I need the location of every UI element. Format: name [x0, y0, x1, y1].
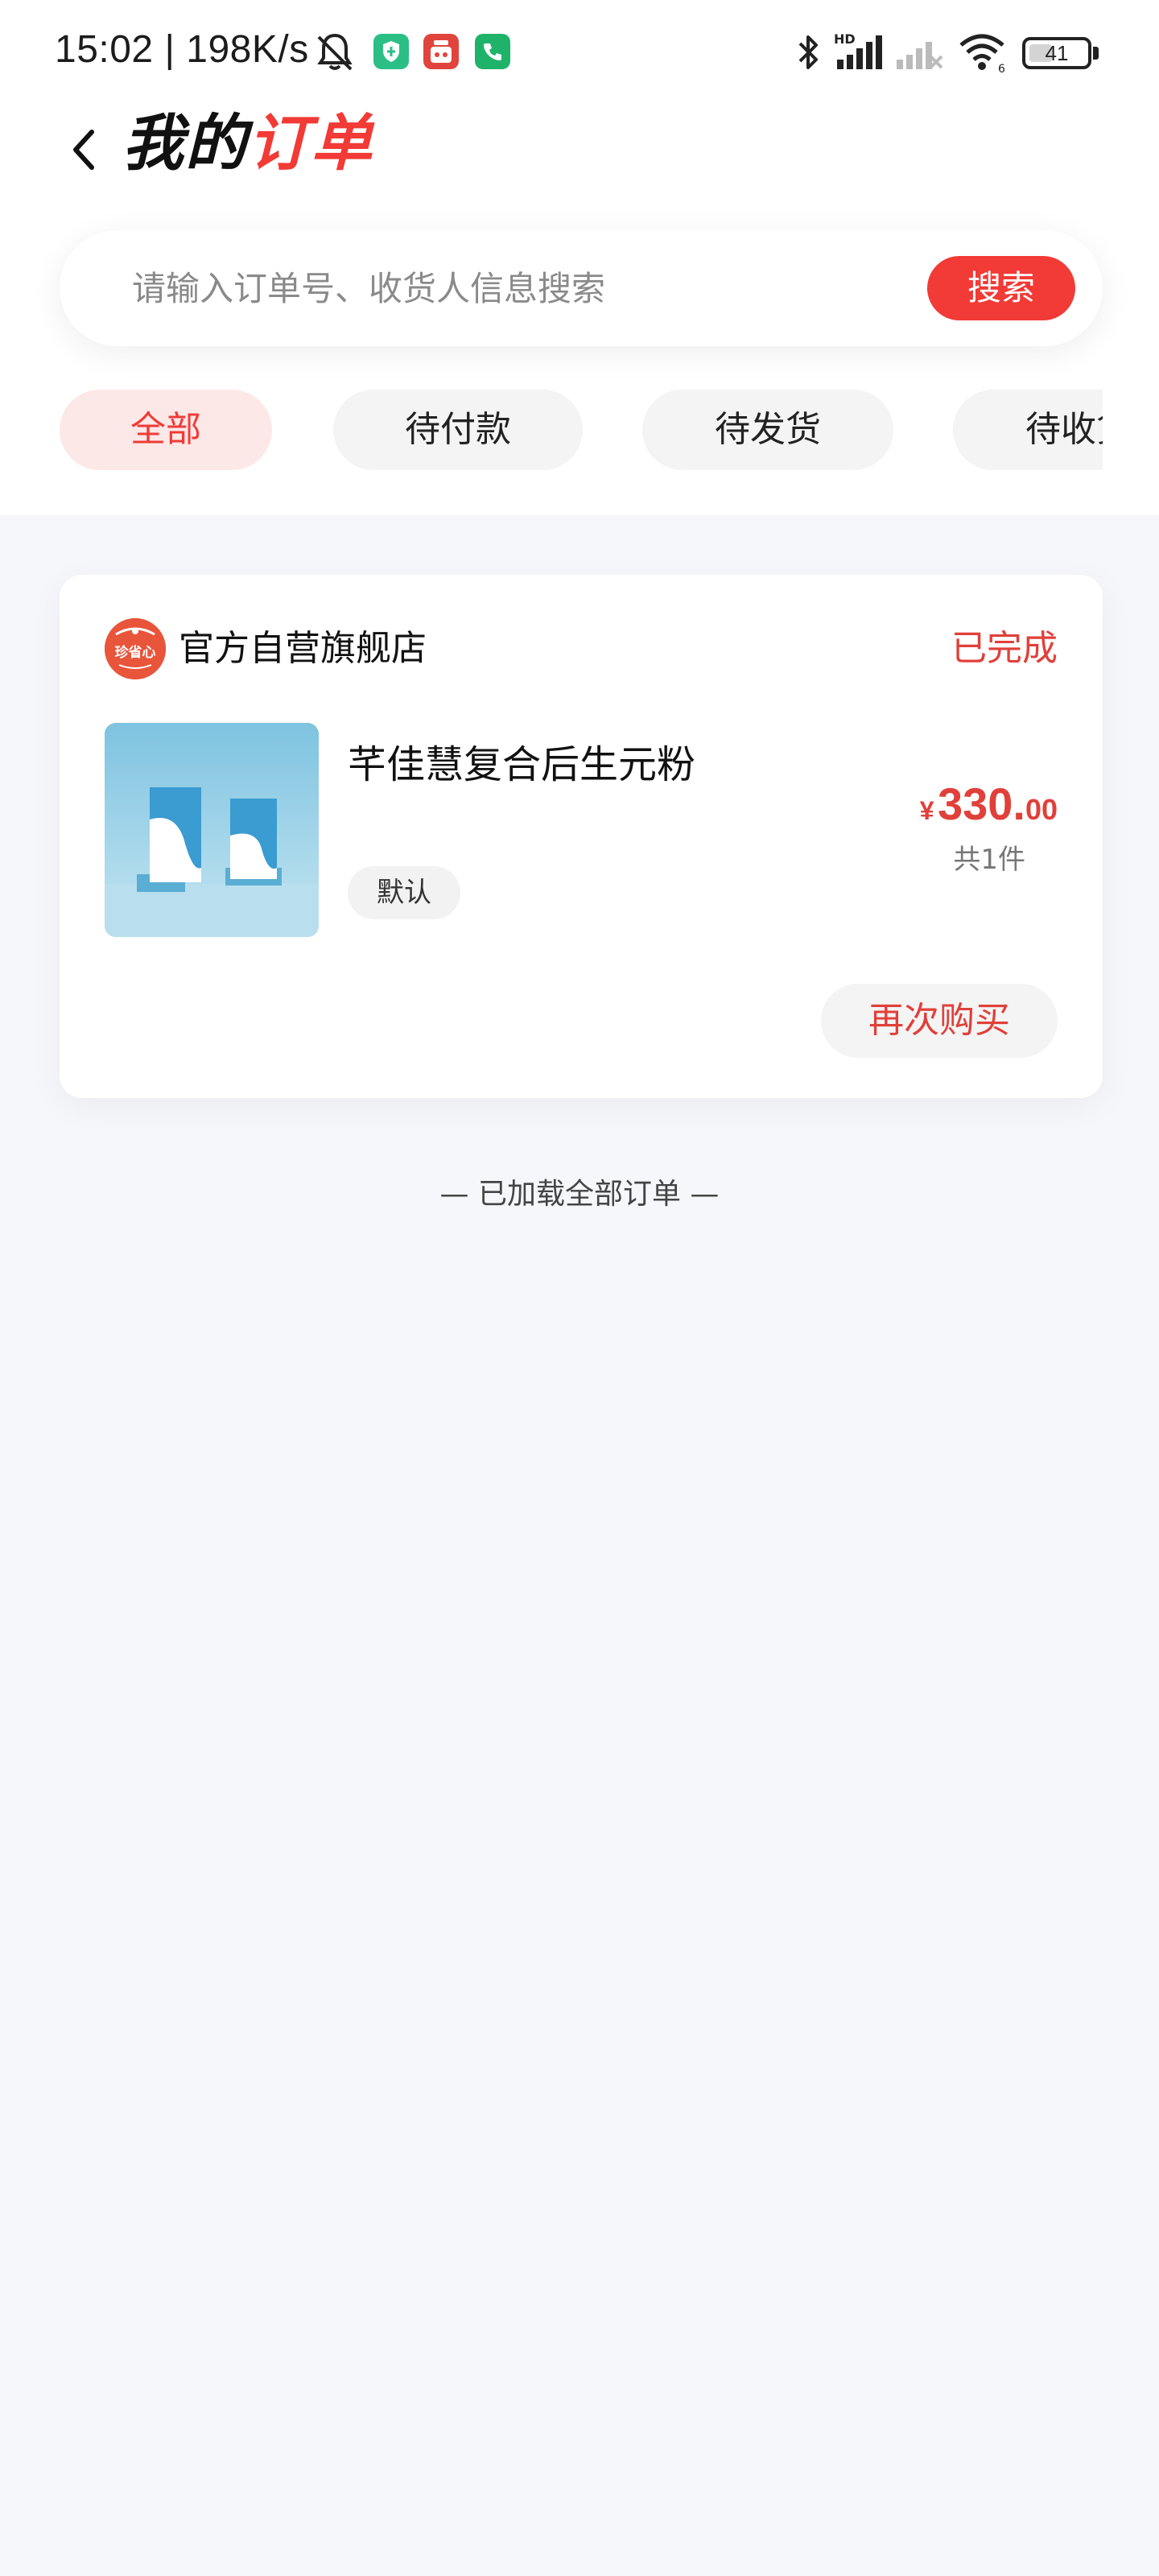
- bluetooth-icon: [798, 35, 818, 69]
- shield-app-icon: [373, 34, 409, 69]
- battery-tip: [1093, 47, 1099, 60]
- tab-pending-payment[interactable]: 待付款: [333, 390, 583, 470]
- chevron-left-icon[interactable]: [64, 121, 105, 177]
- hd-signal-icon: HD: [834, 31, 882, 69]
- phone-app-icon: [475, 34, 510, 69]
- shop-name[interactable]: 官方自营旗舰店: [179, 620, 427, 678]
- price-symbol: ¥: [919, 796, 934, 825]
- product-name[interactable]: 芊佳慧复合后生元粉: [348, 736, 695, 794]
- shop-logo: 珍省心: [105, 618, 166, 679]
- battery-level: 41: [1045, 41, 1069, 65]
- status-tabs: 全部 待付款 待发货 待收货: [60, 390, 1103, 470]
- tab-pending-shipment[interactable]: 待发货: [642, 390, 893, 470]
- page-title: 我的订单: [122, 103, 373, 184]
- price-integer: 330.: [937, 778, 1025, 829]
- tab-pending-receipt[interactable]: 待收货: [953, 390, 1103, 470]
- battery-icon: 41: [1022, 37, 1091, 69]
- rebuy-button[interactable]: 再次购买: [821, 984, 1058, 1058]
- svg-text:HD: HD: [834, 31, 856, 47]
- search-bar: 搜索: [60, 230, 1103, 346]
- wifi-icon: 6: [959, 34, 1005, 74]
- all-loaded-note: — 已加载全部订单 —: [439, 1178, 720, 1211]
- product-image[interactable]: [105, 723, 319, 937]
- bell-off-icon: [317, 33, 353, 71]
- status-bar: 15:02 | 198K/s HD 6 41: [0, 0, 1159, 105]
- page-title-part2: 订单: [248, 107, 373, 179]
- shop-app-icon: [423, 34, 459, 69]
- status-time: 15:02 | 198K/s: [55, 28, 309, 71]
- shop-logo-text: 珍省心: [115, 644, 156, 661]
- tab-all[interactable]: 全部: [60, 390, 272, 470]
- no-signal-icon: [897, 42, 943, 69]
- svg-text:6: 6: [998, 63, 1005, 74]
- product-spec-badge: 默认: [348, 866, 460, 919]
- quantity-text: 共1件: [953, 844, 1025, 876]
- page-title-part1: 我的: [122, 107, 248, 179]
- price-decimal: 00: [1025, 793, 1058, 826]
- search-button[interactable]: 搜索: [927, 256, 1075, 320]
- order-status: 已完成: [951, 628, 1058, 669]
- order-card[interactable]: 珍省心 官方自营旗舰店 已完成 芊佳慧复合后生元粉 默认 ¥ 330.00 共1…: [60, 575, 1103, 1098]
- search-input[interactable]: [132, 259, 856, 317]
- product-price: ¥ 330.00: [920, 778, 1058, 830]
